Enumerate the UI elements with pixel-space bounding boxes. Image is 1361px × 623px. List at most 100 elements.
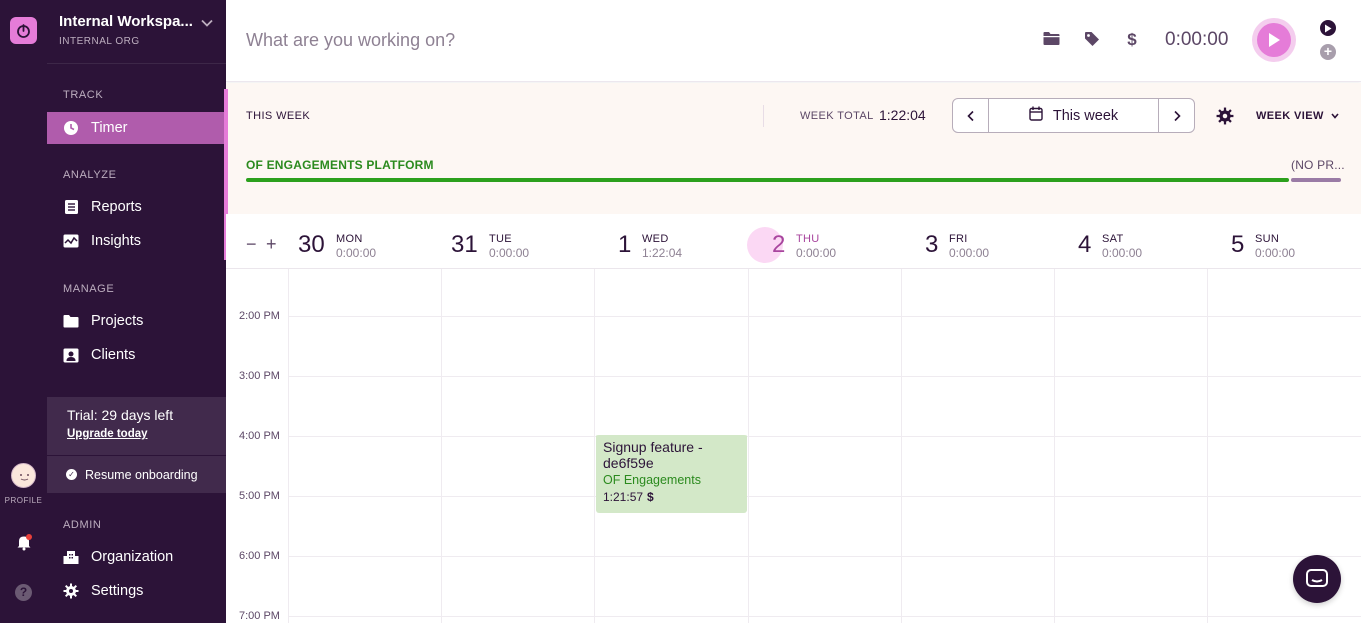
manual-mode-plus-icon[interactable]: + (1320, 44, 1336, 60)
upgrade-link[interactable]: Upgrade today (67, 428, 206, 440)
day-total: 0:00:00 (489, 246, 530, 260)
hour-divider (288, 616, 1361, 617)
day-number: 30 (298, 231, 325, 258)
section-track: TRACK (63, 89, 104, 101)
workspace-name[interactable]: Internal Workspa... (59, 13, 194, 30)
sidebar-item-label: Projects (91, 313, 144, 329)
day-total: 1:22:04 (642, 246, 683, 260)
day-name: THU (796, 233, 820, 245)
sidebar-item-label: Reports (91, 199, 142, 215)
day-name: SAT (1102, 233, 1124, 245)
day-column-divider (594, 269, 595, 623)
day-total: 0:00:00 (1102, 246, 1143, 260)
day-name: MON (336, 233, 363, 245)
chevron-left-icon (966, 110, 974, 121)
project-breakdown-label: (NO PR... (1291, 158, 1345, 172)
section-admin: ADMIN (63, 519, 102, 531)
zoom-in-button[interactable]: + (266, 234, 277, 255)
zoom-out-button[interactable]: − (246, 234, 257, 255)
day-total: 0:00:00 (336, 246, 377, 260)
hour-divider (288, 496, 1361, 497)
chat-icon (1306, 569, 1328, 587)
entry-title: Signup feature - de6f59e (603, 439, 703, 471)
calendar-grid[interactable]: 2:00 PM 3:00 PM 4:00 PM 5:00 PM 6:00 PM 7:00 … (226, 269, 1361, 623)
day-number: 2 (772, 231, 786, 258)
profile-label: PROFILE (4, 496, 43, 505)
hour-label: 6:00 PM (239, 550, 280, 562)
timer-mode-play-icon[interactable] (1320, 20, 1336, 36)
view-mode-label: WEEK VIEW (1256, 110, 1324, 122)
day-number: 3 (925, 231, 939, 258)
hour-label: 2:00 PM (239, 310, 280, 322)
day-name: TUE (489, 233, 512, 245)
resume-onboarding-label: Resume onboarding (85, 467, 198, 482)
notification-bell-icon[interactable] (15, 533, 33, 556)
chat-support-button[interactable] (1293, 555, 1341, 603)
sidebar-item-clients[interactable]: Clients (47, 339, 224, 371)
week-navigator: This week (952, 98, 1195, 133)
divider (763, 105, 764, 127)
report-icon (63, 199, 79, 215)
help-icon[interactable]: ? (15, 584, 32, 601)
icon-rail: PROFILE ? (0, 0, 47, 623)
chevron-down-icon (1331, 110, 1339, 122)
sidebar-item-timer[interactable]: Timer (47, 112, 224, 144)
calendar-settings-gear-icon[interactable] (1216, 107, 1234, 130)
date-range-picker[interactable]: This week (988, 99, 1159, 132)
start-timer-button[interactable] (1252, 18, 1296, 62)
day-name: SUN (1255, 233, 1280, 245)
hour-label: 4:00 PM (239, 430, 280, 442)
sidebar-item-insights[interactable]: Insights (47, 225, 224, 257)
sidebar-item-reports[interactable]: Reports (47, 191, 224, 223)
folder-icon (63, 313, 79, 329)
day-total: 0:00:00 (1255, 246, 1296, 260)
sidebar-item-label: Organization (91, 549, 174, 565)
hour-label: 5:00 PM (239, 490, 280, 502)
tag-icon[interactable] (1084, 31, 1100, 52)
sidebar: Internal Workspa... INTERNAL ORG TRACK T… (47, 0, 226, 623)
timer-bar: What are you working on? $ 0:00:00 + (226, 0, 1361, 82)
sidebar-item-label: Insights (91, 233, 141, 249)
folder-icon[interactable] (1043, 31, 1060, 51)
resume-onboarding-button[interactable]: ✓ Resume onboarding (47, 456, 226, 493)
billable-dollar-icon[interactable]: $ (1126, 30, 1138, 53)
hour-label: 7:00 PM (239, 610, 280, 622)
day-total: 0:00:00 (949, 246, 990, 260)
date-range-label: This week (1052, 107, 1119, 124)
timer-elapsed: 0:00:00 (1165, 29, 1229, 50)
workspace-org: INTERNAL ORG (59, 36, 140, 47)
description-input[interactable]: What are you working on? (246, 30, 455, 51)
divider (47, 63, 226, 64)
sidebar-item-organization[interactable]: Organization (47, 541, 224, 573)
day-column-divider (288, 269, 289, 623)
project-breakdown-bar[interactable] (1291, 178, 1341, 182)
day-total: 0:00:00 (796, 246, 837, 260)
day-number: 1 (618, 231, 632, 258)
day-column-divider (441, 269, 442, 623)
view-mode-dropdown[interactable]: WEEK VIEW (1256, 110, 1339, 122)
building-icon (63, 549, 79, 565)
project-breakdown-bar[interactable] (246, 178, 1289, 182)
entry-project: OF Engagements (603, 473, 701, 487)
entry-duration: 1:21:57 (603, 490, 644, 504)
section-analyze: ANALYZE (63, 169, 117, 181)
profile-avatar[interactable] (11, 463, 36, 488)
client-icon (63, 347, 79, 363)
previous-week-button[interactable] (953, 99, 988, 132)
sidebar-item-projects[interactable]: Projects (47, 305, 224, 337)
time-entry-card[interactable]: Signup feature - de6f59e OF Engagements … (596, 433, 747, 513)
chevron-down-icon[interactable] (200, 16, 214, 35)
toggl-logo-icon[interactable] (10, 17, 37, 44)
section-manage: MANAGE (63, 283, 115, 295)
accent-bar (226, 89, 228, 214)
day-number: 4 (1078, 231, 1092, 258)
gear-icon (63, 583, 79, 599)
sidebar-item-settings[interactable]: Settings (47, 575, 224, 607)
hour-divider (288, 556, 1361, 557)
trial-text: Trial: 29 days left (67, 407, 174, 423)
hour-divider (288, 316, 1361, 317)
project-breakdown-label: OF ENGAGEMENTS PLATFORM (246, 158, 434, 172)
week-total-value: 1:22:04 (879, 107, 926, 123)
next-week-button[interactable] (1159, 99, 1194, 132)
week-total-label: WEEK TOTAL (800, 110, 874, 122)
